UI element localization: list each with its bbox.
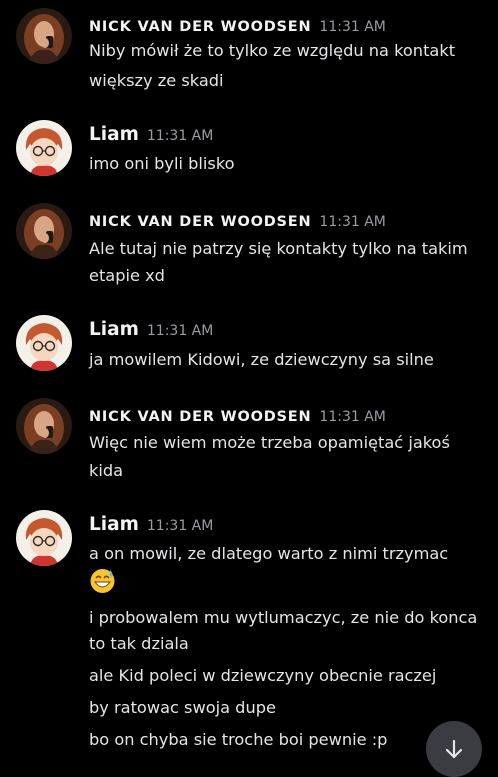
message-text: i probowalem mu wytlumaczyc, ze nie do k… bbox=[89, 608, 478, 627]
message-text: Więc nie wiem może trzeba opamiętać jako… bbox=[89, 433, 450, 452]
message[interactable]: NICK VAN DER WOODSEN 11:31 AM Ale tutaj n… bbox=[0, 195, 498, 295]
arrow-down-icon bbox=[445, 739, 463, 759]
timestamp: 11:31 AM bbox=[319, 19, 386, 35]
timestamp: 11:31 AM bbox=[319, 214, 386, 230]
timestamp: 11:31 AM bbox=[146, 323, 214, 339]
author-name[interactable]: Liam bbox=[89, 319, 139, 340]
message-text: ja mowilem Kidowi, ze dziewczyny sa siln… bbox=[89, 350, 434, 369]
author-name[interactable]: Liam bbox=[89, 514, 139, 535]
grinning-sweat-emoji[interactable] bbox=[89, 567, 116, 594]
message-list: NICK VAN DER WOODSEN 11:31 AM Niby mówił … bbox=[0, 0, 498, 768]
message-text: bo on chyba sie troche boi pewnie :p bbox=[89, 730, 388, 749]
message-text: to tak dziala bbox=[89, 634, 189, 653]
message[interactable]: Liam 11:31 AM ja mowilem Kidowi, ze dziew… bbox=[0, 305, 498, 385]
liam-avatar[interactable] bbox=[16, 315, 72, 371]
message-text: ale Kid poleci w dziewczyny obecnie racz… bbox=[89, 666, 437, 685]
author-name[interactable]: NICK VAN DER WOODSEN bbox=[89, 19, 311, 35]
nick-avatar[interactable] bbox=[16, 398, 72, 454]
message-text: by ratowac swoja dupe bbox=[89, 698, 276, 717]
message-text: imo oni byli blisko bbox=[89, 154, 235, 173]
message-text: Niby mówił że to tylko ze względu na kon… bbox=[89, 41, 456, 60]
message-header: Liam 11:31 AM bbox=[89, 319, 213, 340]
author-name[interactable]: NICK VAN DER WOODSEN bbox=[89, 409, 311, 425]
timestamp: 11:31 AM bbox=[146, 518, 214, 534]
message[interactable]: Liam 11:31 AM imo oni byli blisko bbox=[0, 110, 498, 190]
nick-avatar[interactable] bbox=[16, 203, 72, 259]
message-header: NICK VAN DER WOODSEN 11:31 AM bbox=[89, 406, 386, 425]
liam-avatar[interactable] bbox=[16, 120, 72, 176]
message-header: NICK VAN DER WOODSEN 11:31 AM bbox=[89, 16, 386, 35]
author-name[interactable]: NICK VAN DER WOODSEN bbox=[89, 214, 311, 230]
scroll-to-bottom-button[interactable] bbox=[426, 721, 482, 777]
message-text: a on mowil, ze dlatego warto z nimi trzy… bbox=[89, 544, 449, 563]
message-text: etapie xd bbox=[89, 266, 165, 285]
message-header: Liam 11:31 AM bbox=[89, 514, 213, 535]
timestamp: 11:31 AM bbox=[319, 409, 386, 425]
message[interactable]: Liam 11:31 AM a on mowil, ze dlatego wart… bbox=[0, 500, 498, 768]
nick-avatar[interactable] bbox=[16, 8, 72, 64]
message-text: Ale tutaj nie patrzy się kontakty tylko … bbox=[89, 239, 468, 258]
message[interactable]: NICK VAN DER WOODSEN 11:31 AM Niby mówił … bbox=[0, 0, 498, 100]
message[interactable]: NICK VAN DER WOODSEN 11:31 AM Więc nie wi… bbox=[0, 390, 498, 495]
author-name[interactable]: Liam bbox=[89, 124, 139, 145]
message-header: Liam 11:31 AM bbox=[89, 124, 213, 145]
message-header: NICK VAN DER WOODSEN 11:31 AM bbox=[89, 211, 386, 230]
message-text: większy ze skadi bbox=[89, 71, 224, 90]
timestamp: 11:31 AM bbox=[146, 128, 214, 144]
message-text: kida bbox=[89, 461, 124, 480]
liam-avatar[interactable] bbox=[16, 510, 72, 566]
